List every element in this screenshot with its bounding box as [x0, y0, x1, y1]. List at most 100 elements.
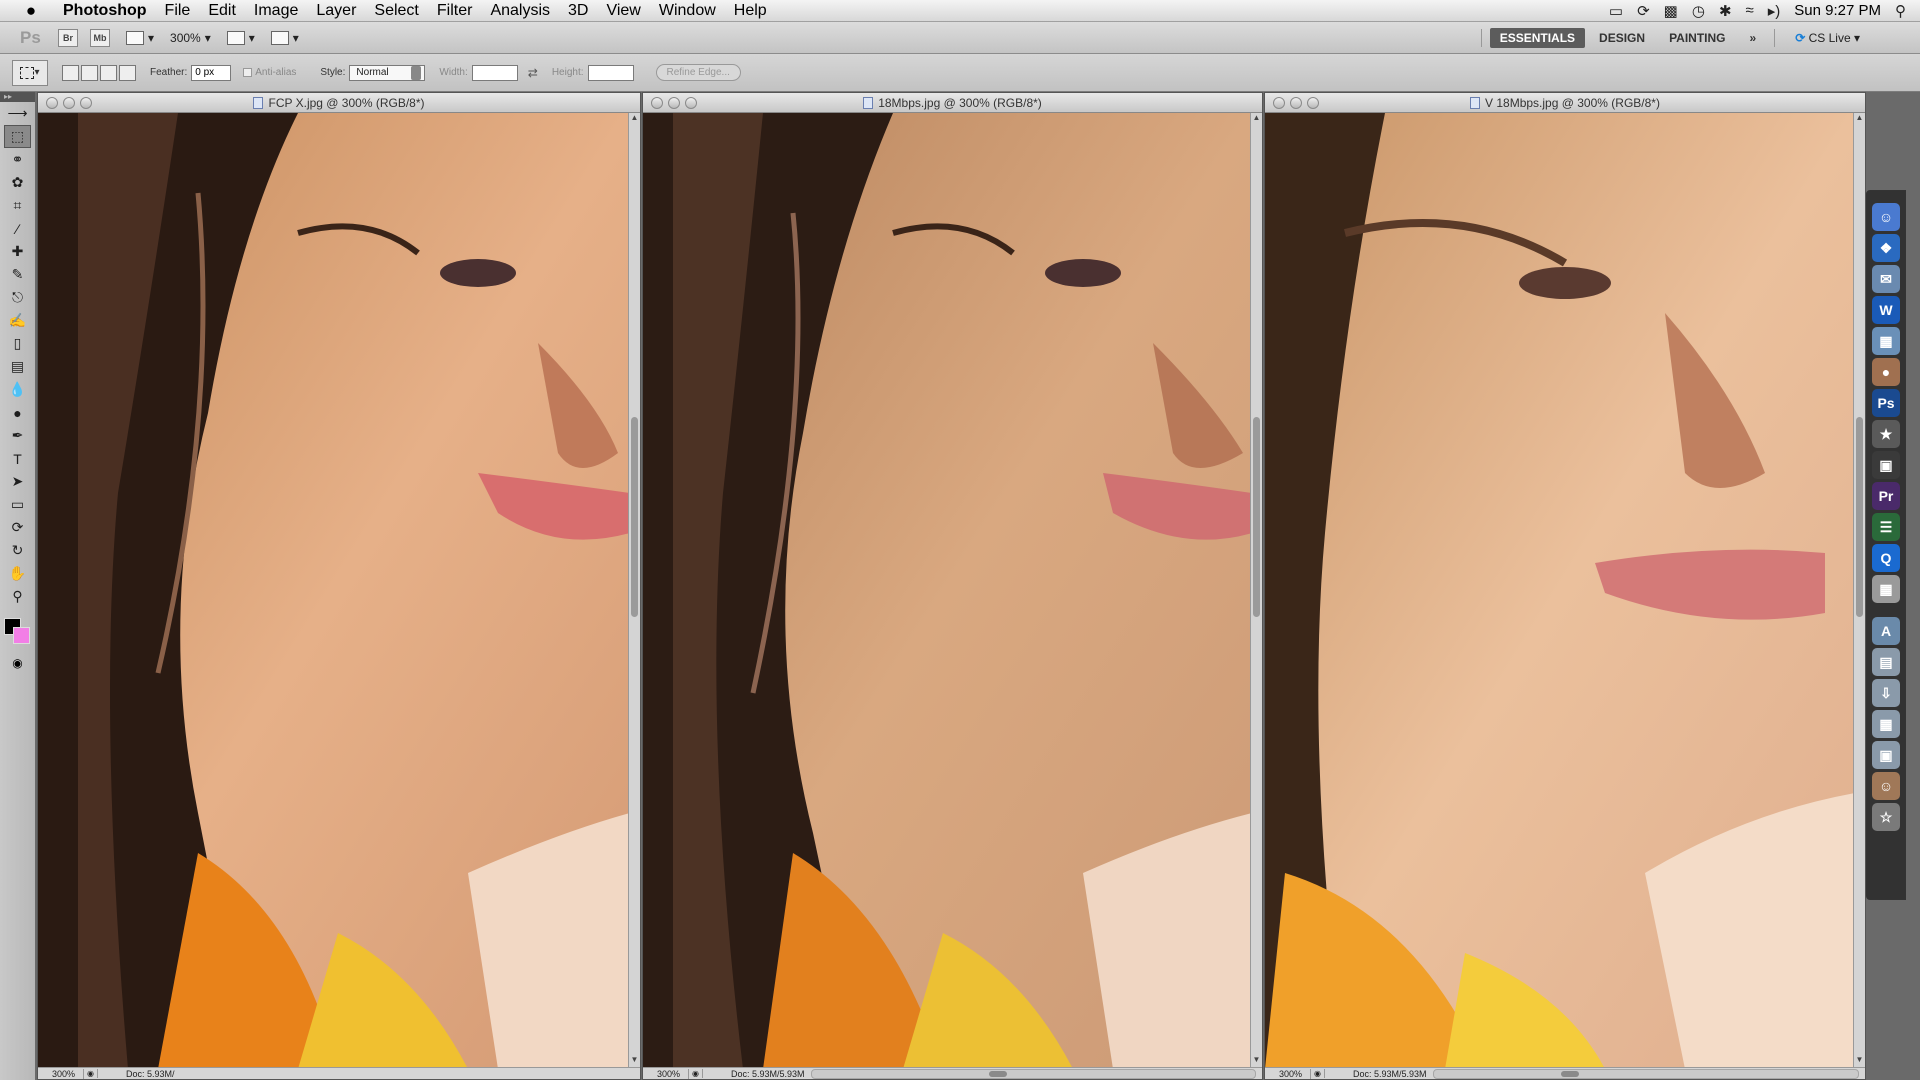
fcp-icon[interactable]: ▣ — [1872, 451, 1900, 479]
zoom-window-icon[interactable] — [1307, 96, 1319, 109]
display-icon[interactable]: ▭ — [1609, 2, 1623, 20]
finder-icon[interactable]: ☺ — [1872, 203, 1900, 231]
workspace-essentials[interactable]: ESSENTIALS — [1489, 27, 1586, 48]
wifi-icon[interactable]: ≈ — [1746, 2, 1754, 19]
trash-icon[interactable]: ☆ — [1872, 803, 1900, 831]
zoom-level-dropdown[interactable]: 300% ▾ — [170, 31, 211, 45]
zoom-field[interactable]: 300% — [643, 1068, 689, 1079]
zoom-window-icon[interactable] — [685, 96, 697, 109]
mini-bridge-button[interactable]: Mb — [90, 28, 110, 47]
time-machine-icon[interactable]: ◷ — [1692, 2, 1705, 20]
zoom-field[interactable]: 300% — [1265, 1068, 1311, 1079]
height-input[interactable] — [587, 64, 634, 81]
rectangle-tool-icon[interactable]: ▭ — [0, 493, 35, 516]
arrange-documents-dropdown[interactable]: ▾ — [226, 30, 255, 45]
subtract-from-selection-button[interactable] — [100, 64, 117, 81]
document-title-bar[interactable]: 18Mbps.jpg @ 300% (RGB/8*) — [643, 93, 1262, 113]
word-icon[interactable]: W — [1872, 296, 1900, 324]
zoom-tool-icon[interactable]: ⚲ — [0, 585, 35, 608]
downloads-icon[interactable]: ⇩ — [1872, 679, 1900, 707]
vertical-scroll-thumb[interactable] — [1253, 417, 1260, 617]
document-canvas[interactable] — [1265, 113, 1853, 1067]
workspace-more-button[interactable]: » — [1740, 28, 1767, 48]
zoom-window-icon[interactable] — [80, 96, 92, 109]
calculator-icon[interactable]: ▦ — [1872, 575, 1900, 603]
movies-icon[interactable]: ▣ — [1872, 741, 1900, 769]
hand-tool-icon[interactable]: ✋ — [0, 562, 35, 585]
width-input[interactable] — [471, 64, 518, 81]
new-selection-button[interactable] — [62, 64, 79, 81]
scroll-down-arrow-icon[interactable]: ▼ — [1854, 1055, 1865, 1067]
style-select[interactable]: Normal — [349, 64, 426, 81]
view-extras-dropdown[interactable]: ▾ — [126, 30, 154, 45]
blur-tool-icon[interactable]: 💧 — [0, 378, 35, 401]
scroll-up-arrow-icon[interactable]: ▲ — [1251, 113, 1262, 125]
photo-stack-icon[interactable]: ☺ — [1872, 772, 1900, 800]
preview-icon[interactable]: ▦ — [1872, 327, 1900, 355]
volume-icon[interactable]: ▸) — [1768, 2, 1781, 20]
menu-clock[interactable]: Sun 9:27 PM — [1794, 2, 1881, 19]
screen-icon[interactable]: ▩ — [1664, 2, 1678, 20]
spotlight-icon[interactable]: ⚲ — [1895, 2, 1906, 20]
sync-icon[interactable]: ⟳ — [1637, 2, 1650, 20]
type-tool-icon[interactable]: T — [0, 447, 35, 470]
document-canvas[interactable] — [643, 113, 1250, 1067]
close-icon[interactable] — [46, 96, 58, 109]
menu-edit[interactable]: Edit — [199, 2, 245, 20]
panel-grip[interactable]: ▸▸ — [0, 92, 35, 102]
3d-rotate-tool-icon[interactable]: ⟳ — [0, 516, 35, 539]
background-color-swatch[interactable] — [13, 627, 30, 644]
workspace-design[interactable]: DESIGN — [1589, 28, 1655, 48]
applications-icon[interactable]: A — [1872, 617, 1900, 645]
horizontal-scrollbar[interactable] — [810, 1068, 1256, 1079]
refine-edge-button[interactable]: Refine Edge... — [655, 64, 741, 81]
horizontal-scrollbar[interactable] — [1432, 1068, 1859, 1079]
lasso-tool-icon[interactable]: ⚭ — [0, 148, 35, 171]
minimize-icon[interactable] — [1290, 96, 1302, 109]
close-icon[interactable] — [1273, 96, 1285, 109]
gradient-tool-icon[interactable]: ▤ — [0, 355, 35, 378]
document-title-bar[interactable]: V 18Mbps.jpg @ 300% (RGB/8*) — [1265, 93, 1865, 113]
scroll-up-arrow-icon[interactable]: ▲ — [1854, 113, 1865, 125]
minimize-icon[interactable] — [668, 96, 680, 109]
crop-tool-icon[interactable]: ⌗ — [0, 194, 35, 217]
photoshop-icon[interactable]: Ps — [1872, 389, 1900, 417]
bridge-button[interactable]: Br — [58, 28, 78, 47]
status-info-icon[interactable]: ◉ — [1311, 1069, 1325, 1078]
vertical-scroll-thumb[interactable] — [1856, 417, 1863, 617]
mail-icon[interactable]: ✉ — [1872, 265, 1900, 293]
zoom-field[interactable]: 300% — [38, 1068, 84, 1079]
premiere-icon[interactable]: Pr — [1872, 482, 1900, 510]
status-info-icon[interactable]: ◉ — [689, 1069, 703, 1078]
menu-photoshop[interactable]: Photoshop — [54, 2, 156, 20]
workspace-painting[interactable]: PAINTING — [1659, 28, 1735, 48]
tool-preset-picker[interactable]: ▾ — [12, 59, 48, 86]
feather-input[interactable] — [191, 64, 232, 81]
3d-orbit-tool-icon[interactable]: ↻ — [0, 539, 35, 562]
quick-selection-tool-icon[interactable]: ✿ — [0, 171, 35, 194]
brush-tool-icon[interactable]: ✎ — [0, 263, 35, 286]
menu-image[interactable]: Image — [245, 2, 307, 20]
vertical-scrollbar[interactable]: ▲ ▼ — [628, 113, 640, 1067]
menu-select[interactable]: Select — [365, 2, 427, 20]
bluetooth-icon[interactable]: ✱ — [1719, 2, 1732, 20]
document-title-bar[interactable]: FCP X.jpg @ 300% (RGB/8*) — [38, 93, 640, 113]
menu-view[interactable]: View — [597, 2, 649, 20]
close-icon[interactable] — [651, 96, 663, 109]
scroll-down-arrow-icon[interactable]: ▼ — [1251, 1055, 1262, 1067]
vertical-scrollbar[interactable]: ▲ ▼ — [1250, 113, 1262, 1067]
menu-layer[interactable]: Layer — [307, 2, 365, 20]
eyedropper-tool-icon[interactable]: ∕ — [0, 217, 35, 240]
menu-analysis[interactable]: Analysis — [481, 2, 559, 20]
scroll-up-arrow-icon[interactable]: ▲ — [629, 113, 640, 125]
pictures-icon[interactable]: ▦ — [1872, 710, 1900, 738]
document-canvas[interactable] — [38, 113, 628, 1067]
dodge-tool-icon[interactable]: ● — [0, 401, 35, 424]
minimize-icon[interactable] — [63, 96, 75, 109]
clone-stamp-tool-icon[interactable]: ⎋ — [0, 286, 35, 309]
intersect-selection-button[interactable] — [119, 64, 136, 81]
apple-menu-icon[interactable]: ● — [20, 1, 42, 21]
move-tool-icon[interactable]: ⟶ — [0, 102, 35, 125]
quick-mask-icon[interactable]: ◉ — [0, 652, 35, 674]
safari-icon[interactable]: ❖ — [1872, 234, 1900, 262]
